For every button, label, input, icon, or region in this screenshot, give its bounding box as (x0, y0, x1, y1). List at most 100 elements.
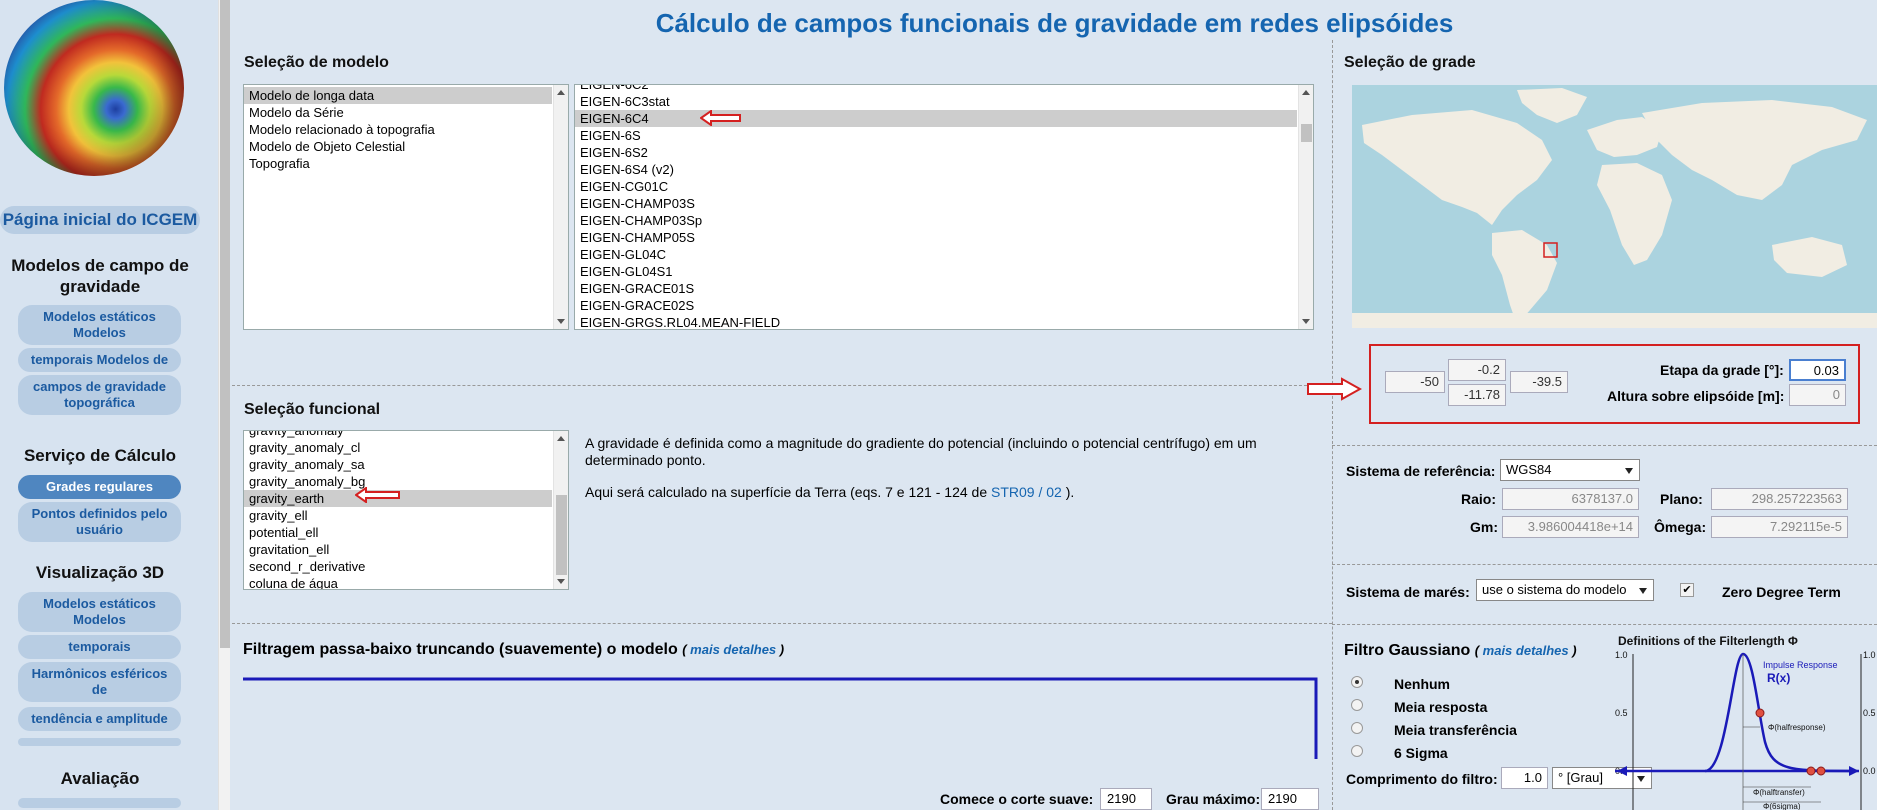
y-tick-label: 0.5 (1615, 708, 1628, 718)
chevron-down-icon (1639, 588, 1647, 594)
model-item[interactable]: EIGEN-6C2 (575, 85, 1313, 93)
zero-degree-checkbox[interactable]: ✔ (1680, 583, 1694, 597)
west-bound-input[interactable]: -50 (1385, 371, 1445, 393)
functional-selection-heading: Seleção funcional (244, 401, 381, 418)
grid-step-label: Etapa da grade [°]: (1660, 362, 1784, 378)
model-item[interactable]: EIGEN-CG01C (575, 178, 1313, 195)
radius-label: Raio: (1461, 491, 1496, 507)
tide-system-select[interactable]: use o sistema do modelo (1476, 579, 1654, 601)
model-category-item[interactable]: Topografia (244, 155, 568, 172)
model-item[interactable]: EIGEN-GL04S1 (575, 263, 1313, 280)
reference-system-value: WGS84 (1506, 462, 1552, 477)
height-input[interactable]: 0 (1789, 384, 1846, 406)
sidebar-item-user-points[interactable]: Pontos definidos pelo usuário (18, 502, 181, 542)
world-map[interactable] (1352, 85, 1877, 328)
page-scrollbar[interactable] (218, 0, 230, 810)
functional-list[interactable]: gravity_anomaly gravity_anomaly_cl gravity… (243, 430, 569, 590)
filter-unit-value: ° [Grau] (1558, 770, 1603, 785)
section-models-heading: Modelos de campo de gravidade (11, 256, 189, 296)
model-category-item[interactable]: Modelo relacionado à topografia (244, 121, 568, 138)
sidebar-item-partial[interactable] (18, 738, 181, 746)
model-list[interactable]: EIGEN-6C2 EIGEN-6C3stat EIGEN-6C4 EIGEN-6S E… (574, 84, 1314, 330)
south-bound-input[interactable]: -11.78 (1448, 384, 1506, 406)
description-text: Aqui será calculado na superfície da Ter… (585, 484, 988, 500)
model-item[interactable]: EIGEN-CHAMP05S (575, 229, 1313, 246)
radio-6sigma[interactable] (1351, 745, 1363, 757)
sidebar-item-3d-static[interactable]: Modelos estáticos Modelos (18, 592, 181, 632)
max-degree-input[interactable]: 2190 (1261, 788, 1319, 810)
functional-item[interactable]: gravity_anomaly (244, 431, 568, 439)
functional-description-1: A gravidade é definida como a magnitude … (585, 435, 1257, 468)
gaussian-details-link[interactable]: mais detalhes (1483, 643, 1569, 658)
gaussian-heading: Filtro Gaussiano ( mais detalhes ) (1344, 642, 1577, 659)
sidebar-item-partial-2[interactable] (18, 798, 181, 808)
filter-length-label: Comprimento do filtro: (1346, 771, 1498, 787)
model-selection-heading: Seleção de modelo (244, 54, 389, 71)
str0902-link[interactable]: STR09 / 02 (991, 484, 1062, 500)
impulse-response-label: Impulse Response (1763, 660, 1838, 670)
model-item[interactable]: EIGEN-6C4 (575, 110, 1297, 127)
functional-item[interactable]: gravity_anomaly_cl (244, 439, 568, 456)
sidebar-item-3d-trend[interactable]: tendência e amplitude (18, 707, 181, 731)
model-item[interactable]: EIGEN-6S4 (v2) (575, 161, 1313, 178)
lowpass-heading-text: Filtragem passa-baixo truncando (suaveme… (243, 641, 678, 658)
y-tick-label-right: 0.5 (1863, 708, 1876, 718)
start-cut-input[interactable]: 2190 (1100, 788, 1152, 810)
model-category-list[interactable]: Modelo de longa data Modelo da Série Model… (243, 84, 569, 330)
height-label: Altura sobre elipsóide [m]: (1607, 388, 1785, 404)
grid-step-input[interactable]: 0.03 (1789, 359, 1846, 381)
sidebar-item-3d-harmonics[interactable]: Harmônicos esféricos de (18, 662, 181, 702)
option-6sigma-label: 6 Sigma (1394, 745, 1448, 761)
model-arrow-icon (700, 110, 741, 126)
start-cut-label: Comece o corte suave: (940, 791, 1094, 807)
chevron-down-icon (1625, 468, 1633, 474)
globe-logo (4, 0, 184, 176)
functional-item[interactable]: gravity_anomaly_bg (244, 473, 568, 490)
north-bound-input[interactable]: -0.2 (1448, 359, 1506, 381)
model-item[interactable]: EIGEN-GL04C (575, 246, 1313, 263)
functional-item[interactable]: gravity_ell (244, 507, 568, 524)
filter-length-input[interactable]: 1.0 (1501, 767, 1548, 789)
filter-definition-figure: Definitions of the Filterlength Φ 1.0 0.… (1615, 634, 1876, 810)
model-category-item[interactable]: Modelo de longa data (244, 87, 552, 104)
sidebar-item-topographic-models[interactable]: campos de gravidade topográfica (18, 375, 181, 415)
section-3d-heading: Visualização 3D (35, 563, 165, 582)
max-degree-label: Grau máximo: (1166, 791, 1261, 807)
gaussian-heading-text: Filtro Gaussiano (1344, 642, 1471, 659)
lowpass-details-link[interactable]: mais detalhes (690, 642, 776, 657)
sidebar-item-regular-grids[interactable]: Grades regulares (18, 475, 181, 499)
functional-item[interactable]: coluna de água (244, 575, 568, 589)
zero-degree-label: Zero Degree Term (1722, 584, 1841, 600)
east-bound-input[interactable]: -39.5 (1510, 371, 1568, 393)
radio-none[interactable] (1351, 676, 1363, 688)
model-item[interactable]: EIGEN-6S2 (575, 144, 1313, 161)
model-item[interactable]: EIGEN-CHAMP03Sp (575, 212, 1313, 229)
sidebar-item-static-models[interactable]: Modelos estáticos Modelos (18, 305, 181, 345)
sixsigma-label: Φ(6sigma) (1763, 802, 1801, 810)
model-item[interactable]: EIGEN-6C3stat (575, 93, 1313, 110)
model-item[interactable]: EIGEN-GRGS.RL04.MEAN-FIELD (575, 314, 1313, 329)
model-item[interactable]: EIGEN-6S (575, 127, 1313, 144)
functional-item[interactable]: potential_ell (244, 524, 568, 541)
reference-system-label: Sistema de referência: (1346, 463, 1496, 479)
sidebar-item-3d-temporal[interactable]: temporais (18, 635, 181, 659)
model-item[interactable]: EIGEN-GRACE01S (575, 280, 1313, 297)
model-category-item[interactable]: Modelo da Série (244, 104, 568, 121)
sidebar-item-temporal-models[interactable]: temporais Modelos de (18, 348, 181, 372)
description-suffix: ). (1065, 484, 1075, 500)
radio-half-transfer[interactable] (1351, 722, 1363, 734)
omega-value: 7.292115e-5 (1711, 516, 1848, 538)
functional-item[interactable]: second_r_derivative (244, 558, 568, 575)
section-calc-heading: Serviço de Cálculo (23, 446, 177, 465)
reference-system-select[interactable]: WGS84 (1500, 459, 1640, 481)
halftransfer-label: Φ(halftransfer) (1753, 788, 1805, 797)
model-item[interactable]: EIGEN-CHAMP03S (575, 195, 1313, 212)
omega-label: Ômega: (1654, 519, 1707, 535)
option-none-label: Nenhum (1394, 676, 1450, 692)
radio-half-response[interactable] (1351, 699, 1363, 711)
functional-item[interactable]: gravity_anomaly_sa (244, 456, 568, 473)
home-link[interactable]: Página inicial do ICGEM (0, 206, 200, 234)
model-item[interactable]: EIGEN-GRACE02S (575, 297, 1313, 314)
functional-item[interactable]: gravitation_ell (244, 541, 568, 558)
model-category-item[interactable]: Modelo de Objeto Celestial (244, 138, 568, 155)
